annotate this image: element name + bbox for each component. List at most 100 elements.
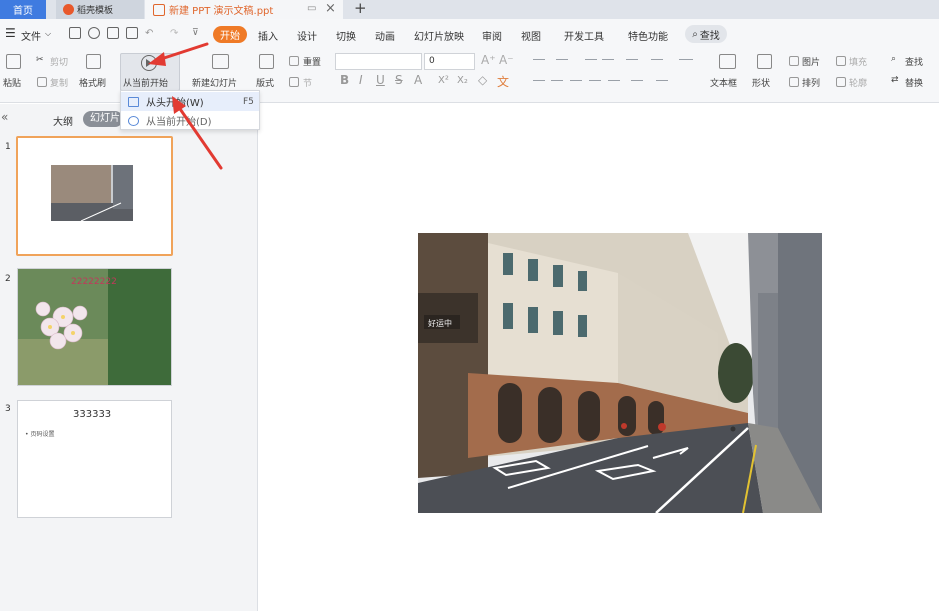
format-painter-label[interactable]: 格式刷 xyxy=(79,76,106,89)
replace-label[interactable]: 替换 xyxy=(905,76,923,89)
increase-font-icon[interactable]: A⁺ xyxy=(481,53,496,67)
menu-review[interactable]: 审阅 xyxy=(482,28,502,43)
underline-button[interactable]: U xyxy=(376,73,385,87)
find-label[interactable]: 查找 xyxy=(905,55,923,68)
slide-street-photo[interactable]: 好运中 xyxy=(418,233,822,513)
slideshow-current-icon xyxy=(128,115,139,126)
close-tab-icon[interactable]: × xyxy=(325,1,336,16)
menu-insert[interactable]: 插入 xyxy=(258,28,278,43)
play-from-current-label: 从当前开始 xyxy=(123,79,169,89)
strikethrough-button[interactable]: S xyxy=(395,73,403,87)
tab-home[interactable]: 首页 xyxy=(0,0,46,19)
italic-button[interactable]: I xyxy=(359,73,363,87)
shape-icon[interactable] xyxy=(757,54,772,69)
slide-thumbnail-3[interactable]: 333333 • 页码设置 xyxy=(17,400,172,518)
menu-transition[interactable]: 切换 xyxy=(336,28,356,43)
picture-label[interactable]: 图片 xyxy=(802,55,820,68)
justify-icon[interactable] xyxy=(589,80,601,82)
reset-label[interactable]: 重置 xyxy=(303,55,321,68)
customize-icon[interactable]: ⊽ xyxy=(192,28,199,38)
section-label[interactable]: 节 xyxy=(303,76,312,89)
export-icon[interactable] xyxy=(88,27,100,39)
paste-icon[interactable] xyxy=(6,54,21,69)
column-icon[interactable] xyxy=(631,80,643,82)
copy-icon[interactable] xyxy=(37,77,47,87)
textbox-label[interactable]: 文本框 xyxy=(710,76,737,89)
font-family-select[interactable] xyxy=(335,53,422,70)
outline-tab[interactable]: 大纲 xyxy=(53,113,73,128)
paste-label[interactable]: 粘贴 xyxy=(3,76,21,89)
font-color-button[interactable]: A xyxy=(414,73,422,87)
play-from-start-label: 从头开始(W) xyxy=(146,98,204,109)
menu-design[interactable]: 设计 xyxy=(297,28,317,43)
bullet-list-icon[interactable] xyxy=(533,59,545,61)
text-direction-icon[interactable] xyxy=(626,59,638,61)
textbox-icon[interactable] xyxy=(719,54,736,69)
cut-label[interactable]: 剪切 xyxy=(50,55,68,68)
arrange-label[interactable]: 排列 xyxy=(802,76,820,89)
save-icon[interactable] xyxy=(69,27,81,39)
slide-thumbnail-2[interactable]: 22222222 xyxy=(17,268,172,386)
indent-increase-icon[interactable] xyxy=(602,59,614,61)
distribute-icon[interactable] xyxy=(608,80,620,82)
picture-icon[interactable] xyxy=(789,56,799,66)
align-right-icon[interactable] xyxy=(570,80,582,82)
align-left-icon[interactable] xyxy=(533,80,545,82)
align-text-icon[interactable] xyxy=(656,80,668,82)
find-icon[interactable]: ⌕ xyxy=(891,54,896,64)
menu-developer[interactable]: 开发工具 xyxy=(564,28,604,43)
superscript-button[interactable]: X² xyxy=(438,75,449,86)
menu-animation[interactable]: 动画 xyxy=(375,28,395,43)
play-from-start-item[interactable]: 从头开始(W) F5 xyxy=(121,92,259,111)
fill-label[interactable]: 填充 xyxy=(849,55,867,68)
print-preview-icon[interactable] xyxy=(126,27,138,39)
outline-label[interactable]: 轮廓 xyxy=(849,76,867,89)
reset-icon[interactable] xyxy=(289,56,299,66)
format-painter-icon[interactable] xyxy=(86,54,101,69)
numbered-list-icon[interactable] xyxy=(556,59,568,61)
section-icon[interactable] xyxy=(289,77,299,87)
bold-button[interactable]: B xyxy=(340,73,349,87)
subscript-button[interactable]: X₂ xyxy=(457,75,468,86)
slide-thumbnail-1[interactable] xyxy=(16,136,173,256)
hamburger-icon[interactable]: ☰ xyxy=(5,26,16,40)
tab-template[interactable]: 稻壳模板 xyxy=(56,0,144,19)
shape-label[interactable]: 形状 xyxy=(752,76,770,89)
cut-icon[interactable]: ✂ xyxy=(36,55,44,65)
slide-1-photo xyxy=(51,165,133,221)
clear-format-icon[interactable]: ◇ xyxy=(478,73,487,87)
copy-label[interactable]: 复制 xyxy=(50,76,68,89)
replace-icon[interactable]: ⇄ xyxy=(891,75,899,85)
chevron-down-icon[interactable]: ⌵ xyxy=(45,29,51,39)
print-icon[interactable] xyxy=(107,27,119,39)
pin-icon[interactable]: ▭ xyxy=(307,3,316,14)
slide-canvas[interactable]: 好运中 xyxy=(259,104,939,611)
arrange-icon[interactable] xyxy=(789,77,799,87)
collapse-panel-icon[interactable]: « xyxy=(1,110,8,124)
outline-icon[interactable] xyxy=(836,77,846,87)
menu-file[interactable]: 文件 xyxy=(21,28,41,43)
undo-icon[interactable]: ↶ xyxy=(145,28,153,39)
decrease-font-icon[interactable]: A⁻ xyxy=(499,53,514,67)
highlight-icon[interactable]: 文 xyxy=(497,73,509,90)
menu-special[interactable]: 特色功能 xyxy=(628,28,668,43)
new-slide-label[interactable]: 新建幻灯片 xyxy=(192,76,237,89)
font-size-select[interactable]: 0 xyxy=(424,53,475,70)
layout-icon[interactable] xyxy=(259,54,274,69)
new-tab-icon[interactable]: + xyxy=(354,0,367,17)
fill-icon[interactable] xyxy=(836,56,846,66)
layout-label[interactable]: 版式 xyxy=(256,76,274,89)
line-spacing-icon[interactable] xyxy=(651,59,663,61)
new-slide-icon[interactable] xyxy=(212,54,229,69)
menu-start[interactable]: 开始 xyxy=(213,26,247,43)
slides-tab[interactable]: 幻灯片 xyxy=(83,111,123,127)
align-center-icon[interactable] xyxy=(551,80,563,82)
tab-document[interactable]: 新建 PPT 演示文稿.ppt ▭ × xyxy=(145,0,343,19)
redo-icon[interactable]: ↷ xyxy=(170,28,178,39)
menu-slideshow[interactable]: 幻灯片放映 xyxy=(414,28,464,43)
menu-view[interactable]: 视图 xyxy=(521,28,541,43)
indent-decrease-icon[interactable] xyxy=(585,59,597,61)
play-from-current-item[interactable]: 从当前开始(D) xyxy=(121,111,259,130)
text-effect-icon[interactable] xyxy=(679,59,693,61)
search-box[interactable]: ⌕ 查找 xyxy=(685,25,727,43)
